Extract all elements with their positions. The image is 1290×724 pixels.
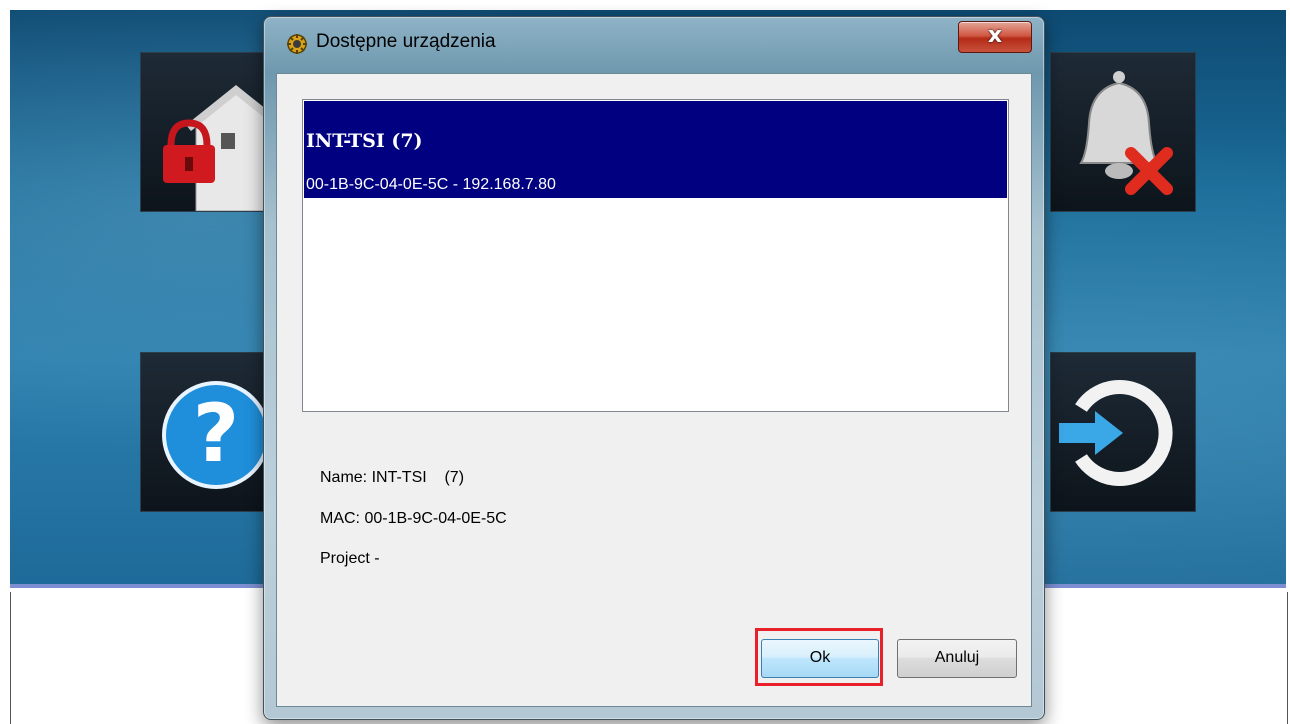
cancel-button[interactable]: Anuluj (897, 639, 1017, 678)
device-project-info: Project - (320, 550, 380, 567)
logout-icon (1059, 380, 1173, 486)
ok-button[interactable]: Ok (761, 639, 879, 678)
device-list[interactable]: INT-TSI (7) 00-1B-9C-04-0E-5C - 192.168.… (302, 99, 1009, 412)
close-icon: x (987, 23, 1003, 48)
device-name-info: Name: INT-TSI (7) (320, 469, 465, 486)
logout-tile[interactable] (1050, 352, 1196, 512)
alarm-clear-tile[interactable] (1050, 52, 1196, 212)
gear-icon (287, 34, 307, 54)
dialog-title: Dostępne urządzenia (316, 31, 496, 52)
house-lock-icon (163, 85, 281, 211)
bell-cancel-icon (1079, 71, 1173, 195)
available-devices-dialog: Dostępne urządzenia x INT-TSI (7) 00-1B-… (263, 16, 1045, 720)
device-name: INT-TSI (7) (306, 130, 423, 152)
dialog-content: INT-TSI (7) 00-1B-9C-04-0E-5C - 192.168.… (276, 73, 1032, 707)
dialog-titlebar[interactable]: Dostępne urządzenia x (264, 17, 1044, 69)
device-address: 00-1B-9C-04-0E-5C - 192.168.7.80 (306, 176, 556, 193)
device-mac-info: MAC: 00-1B-9C-04-0E-5C (320, 510, 507, 527)
svg-text:?: ? (193, 387, 239, 480)
help-tile[interactable]: ? (140, 352, 282, 512)
help-icon: ? (162, 381, 270, 489)
list-item[interactable]: INT-TSI (7) 00-1B-9C-04-0E-5C - 192.168.… (304, 101, 1007, 198)
arm-home-tile[interactable] (140, 52, 282, 212)
close-button[interactable]: x (958, 21, 1032, 53)
